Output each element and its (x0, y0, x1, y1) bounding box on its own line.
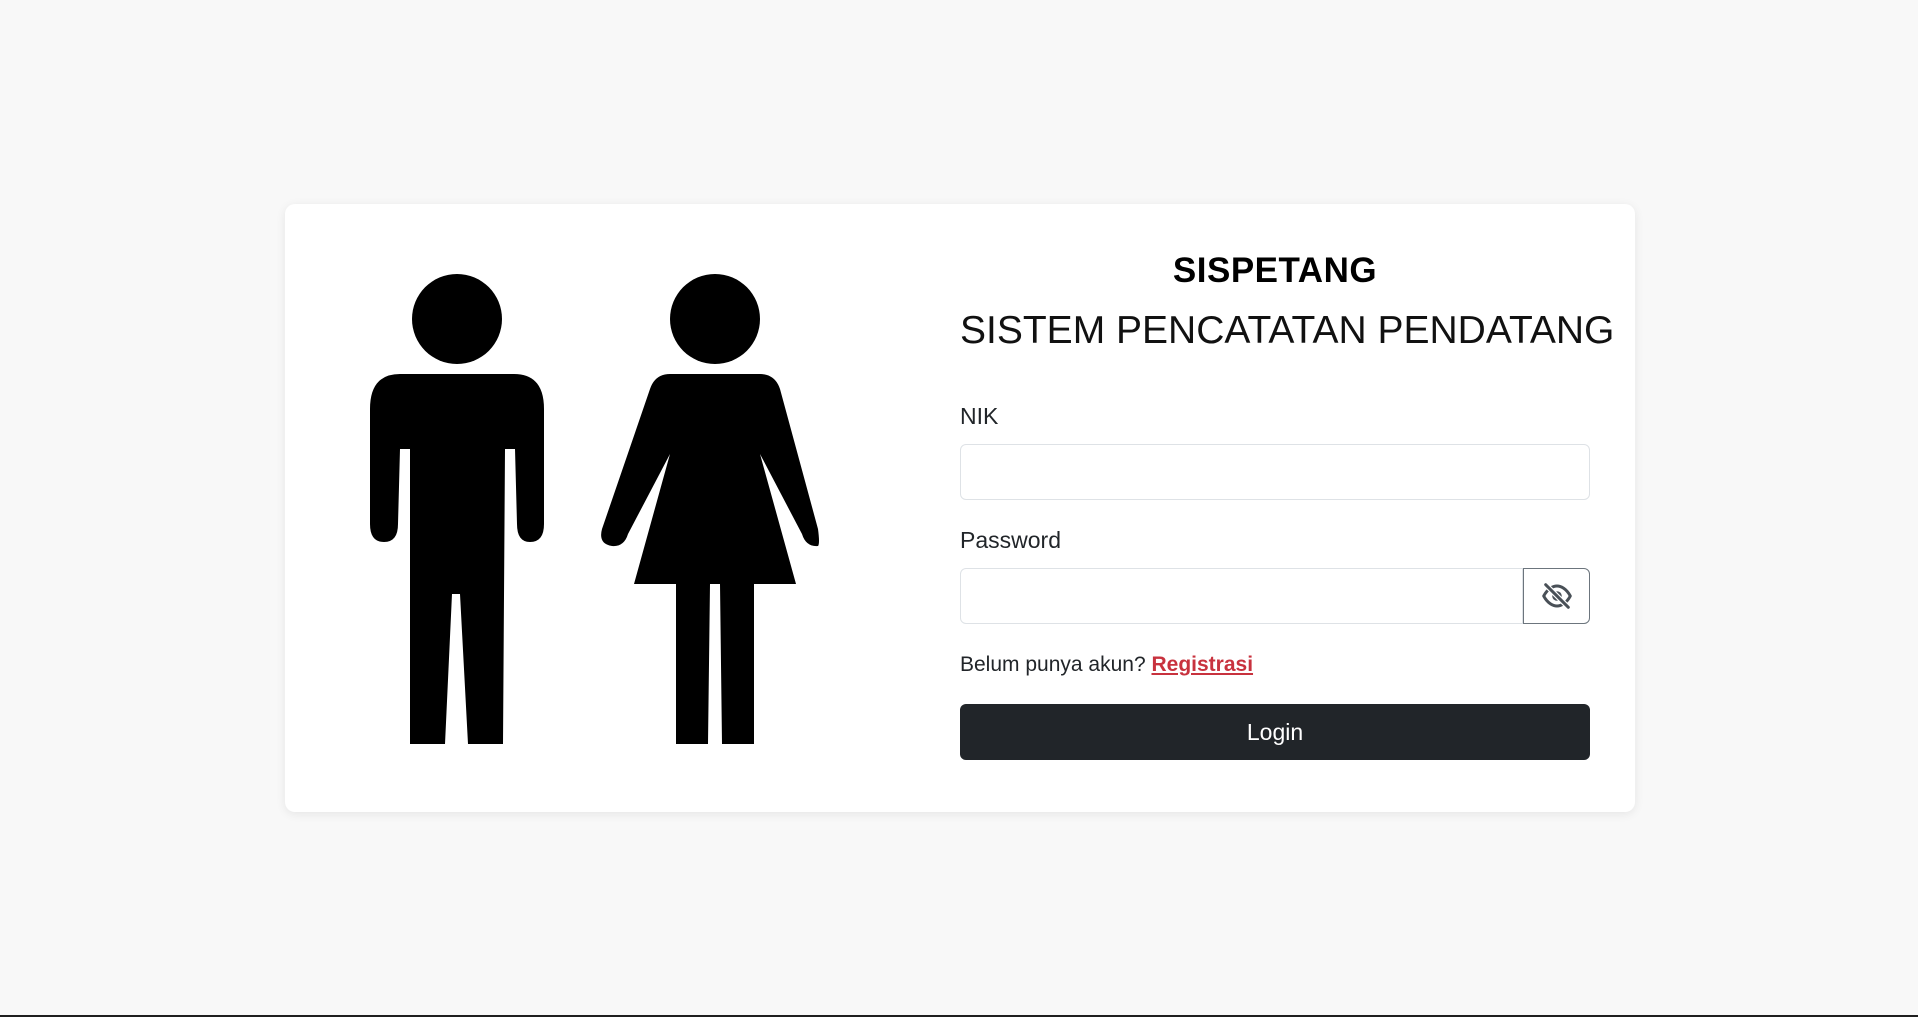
woman-figure-icon (601, 274, 819, 744)
eye-slash-icon (1541, 582, 1572, 610)
login-card: SISPETANG SISTEM PENCATATAN PENDATANG NI… (285, 204, 1635, 812)
login-button[interactable]: Login (960, 704, 1590, 760)
password-label: Password (960, 527, 1061, 553)
register-link[interactable]: Registrasi (1151, 653, 1253, 676)
register-row: Belum punya akun? Registrasi (960, 651, 1590, 679)
toggle-password-visibility-button[interactable] (1523, 568, 1590, 624)
man-woman-pictogram-icon (370, 274, 820, 744)
nik-label: NIK (960, 403, 999, 429)
app-title: SISPETANG (1172, 251, 1378, 290)
man-figure-icon (370, 274, 544, 744)
app-subtitle: SISTEM PENCATATAN PENDATANG (960, 309, 1615, 352)
login-form: SISPETANG SISTEM PENCATATAN PENDATANG NI… (960, 244, 1615, 760)
register-prompt: Belum punya akun? (960, 653, 1146, 676)
nik-input[interactable] (960, 444, 1590, 500)
password-input[interactable] (960, 568, 1523, 624)
password-input-group (960, 568, 1590, 624)
